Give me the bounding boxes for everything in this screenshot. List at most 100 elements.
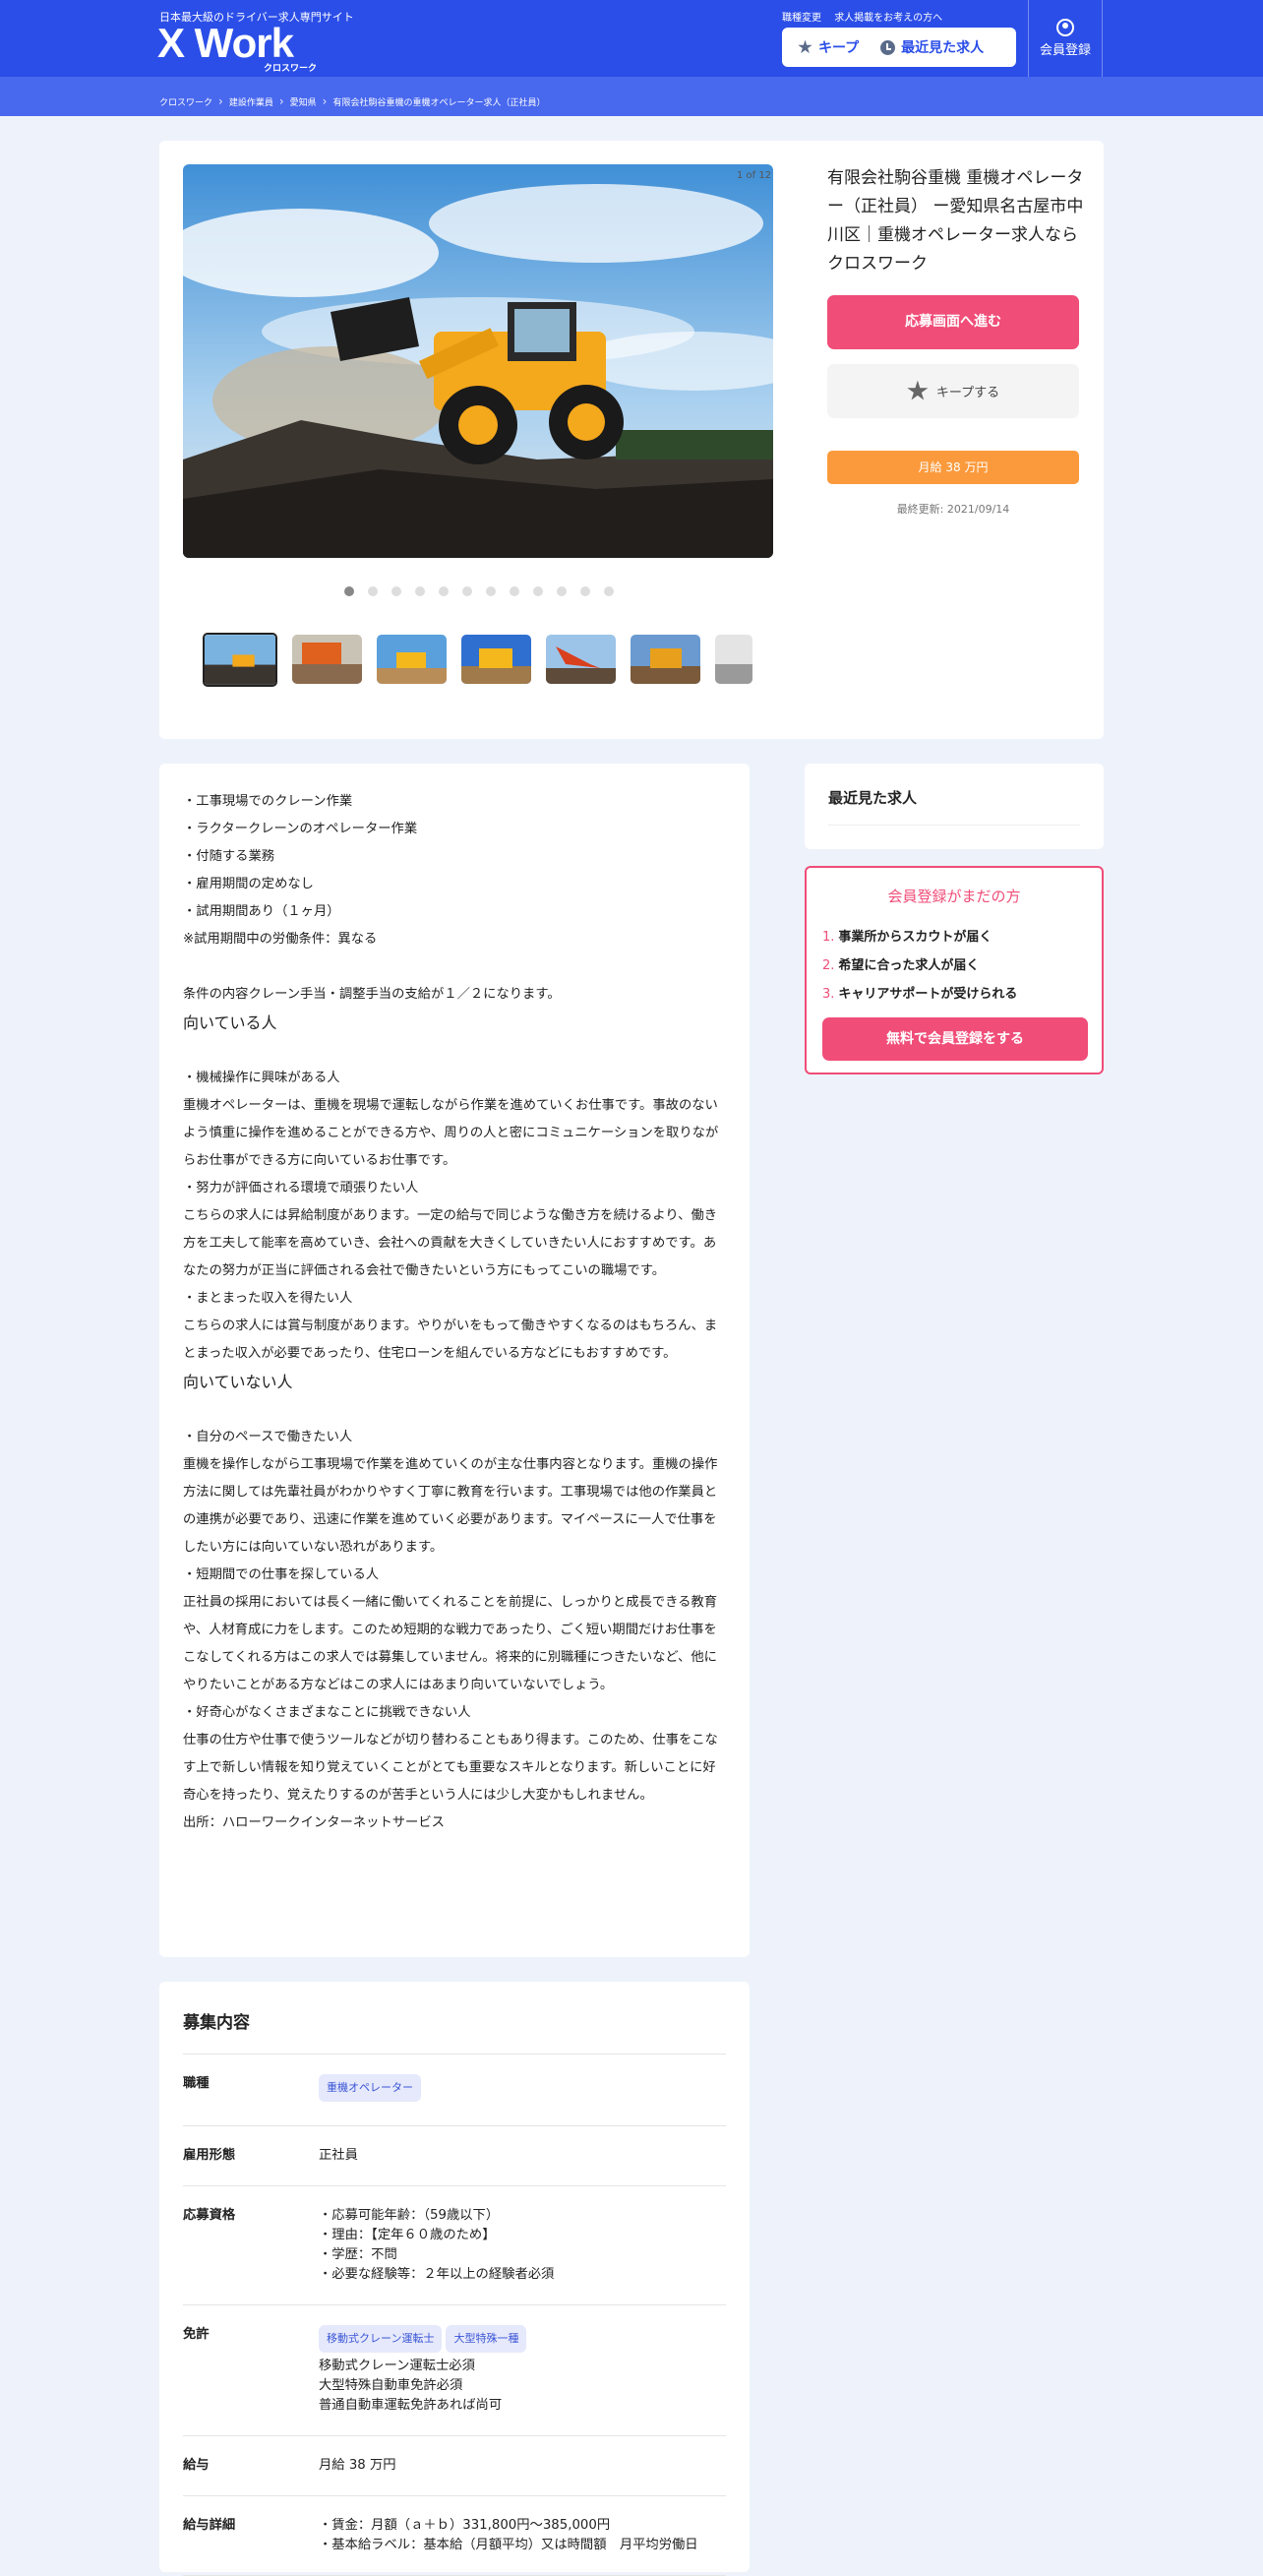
carousel-dot[interactable]: [510, 586, 519, 596]
recent-jobs-panel: 最近見た求人: [805, 764, 1104, 849]
register-title: 会員登録がまだの方: [887, 888, 1021, 905]
carousel-dot[interactable]: [533, 586, 543, 596]
keep-button[interactable]: キープ: [782, 37, 859, 57]
thumbnail-5[interactable]: [546, 635, 616, 684]
description-line: ・雇用期間の定めなし: [183, 877, 314, 891]
tag-link[interactable]: 重機オペレーター: [319, 2074, 421, 2102]
row-value-line: ・必要な経験等：２年以上の経験者必須: [319, 2267, 555, 2282]
register-panel: 会員登録がまだの方 1. 事業所からスカウトが届く 2. 希望に合った求人が届く 3…: [805, 866, 1104, 1074]
recruitment-title: 募集内容: [183, 2013, 250, 2033]
free-register-button[interactable]: 無料で会員登録をする: [822, 1017, 1088, 1061]
row-value-line: ・応募可能年齢：（59歳以下）: [319, 2208, 500, 2223]
recent-jobs-title: 最近見た求人: [828, 789, 918, 807]
last-updated: 最終更新: 2021/09/14: [896, 503, 1010, 516]
description-line: [183, 953, 726, 981]
site-logo[interactable]: X Work: [157, 20, 294, 67]
breadcrumb-item-prefecture[interactable]: 愛知県: [290, 95, 317, 108]
register-benefits: 1. 事業所からスカウトが届く 2. 希望に合った求人が届く 3. キャリアサポートが…: [822, 923, 1017, 1009]
row-value: 月給 38 万円: [319, 2456, 726, 2476]
row-value: 重機オペレーター: [319, 2074, 726, 2106]
keep-job-label: キープする: [935, 386, 1000, 400]
clock-icon: [880, 39, 896, 55]
carousel-dot[interactable]: [391, 586, 401, 596]
star-icon: [907, 380, 929, 400]
divider: [828, 825, 1080, 826]
tag-link[interactable]: 移動式クレーン運転士: [319, 2325, 443, 2353]
carousel-dot[interactable]: [604, 586, 614, 596]
row-value-line: ・学歴：不問: [319, 2247, 397, 2262]
carousel-dot[interactable]: [486, 586, 496, 596]
carousel-dot[interactable]: [439, 586, 449, 596]
keep-job-button[interactable]: キープする: [827, 364, 1079, 418]
job-description-card: ・工事現場でのクレーン作業 ・ラクタークレーンのオペレーター作業 ・付随する業務 ・雇…: [159, 764, 750, 1957]
suited-section: ・機械操作に興味がある人 重機オペレーターは、重機を現場で運転しながら作業を進めて…: [183, 1037, 726, 1368]
thumbnail-3[interactable]: [377, 635, 447, 684]
thumbnail-2[interactable]: [292, 635, 362, 684]
thumbnail-6[interactable]: [631, 635, 700, 684]
job-title: 有限会社駒谷重機 重機オペレーター（正社員） ー愛知県名古屋市中川区｜重機オペレ…: [827, 168, 1084, 274]
header-button-group: キープ 最近見た求人: [782, 28, 1016, 67]
tag-link[interactable]: 大型特殊一種: [446, 2325, 527, 2353]
description-line: ・短期間での仕事を探している人: [183, 1567, 380, 1582]
salary-badge: 月給 38 万円: [827, 451, 1079, 484]
row-value-line: 月給 38 万円: [319, 2458, 396, 2473]
description-line: ・努力が評価される環境で頑張りたい人: [183, 1181, 419, 1196]
description-line: [183, 1396, 726, 1424]
description-line: 正社員の採用においては長く一緒に働いてくれることを前提に、しっかりと成長できる教…: [183, 1595, 718, 1692]
carousel-dot[interactable]: [462, 586, 472, 596]
carousel-dots: [344, 586, 614, 596]
row-label: 給与: [183, 2458, 210, 2473]
breadcrumb-bar: クロスワーク › 建設作業員 › 愛知県 › 有限会社駒谷重機の重機オペレーター…: [0, 77, 1263, 116]
link-change-job[interactable]: 職種変更: [782, 13, 821, 24]
row-value-line: 普通自動車運転免許あれば尚可: [319, 2398, 503, 2413]
carousel-dot[interactable]: [415, 586, 425, 596]
benefit-item: 2. 希望に合った求人が届く: [822, 958, 980, 973]
carousel-dot[interactable]: [557, 586, 567, 596]
breadcrumb: クロスワーク › 建設作業員 › 愛知県 › 有限会社駒谷重機の重機オペレーター…: [159, 94, 546, 108]
breadcrumb-item-category[interactable]: 建設作業員: [229, 95, 273, 108]
description-line: [183, 1037, 726, 1065]
recruitment-card: 募集内容 職種 重機オペレーター 雇用形態 正社員 応募資格 ・応募可能年齢：（59歳以下…: [159, 1982, 750, 2576]
member-register-button[interactable]: 会員登録: [1028, 0, 1103, 77]
row-value-line: 移動式クレーン運転士必須: [319, 2359, 475, 2373]
member-label: 会員登録: [1039, 43, 1091, 58]
keep-label: キープ: [818, 40, 860, 56]
thumbnail-4[interactable]: [461, 635, 531, 684]
chevron-right-icon: ›: [218, 94, 223, 108]
photo-counter: 1 of 12: [737, 170, 772, 181]
row-label: 職種: [183, 2076, 210, 2091]
description-line: こちらの求人には昇給制度があります。一定の給与で同じような働き方を続けるより、働…: [183, 1208, 718, 1278]
row-value-line: ・賃金：月額（ａ＋ｂ）331,800円〜385,000円: [319, 2518, 611, 2533]
row-label: 給与詳細: [183, 2518, 236, 2533]
benefit-item: 3. キャリアサポートが受けられる: [822, 987, 1018, 1002]
recruitment-table: 職種 重機オペレーター 雇用形態 正社員 応募資格 ・応募可能年齢：（59歳以下） ・理由：…: [183, 2054, 726, 2576]
description-line: ・ラクタークレーンのオペレーター作業: [183, 822, 418, 836]
carousel-dot[interactable]: [580, 586, 590, 596]
description-line: 仕事の仕方や仕事で使うツールなどが切り替わることもあり得ます。このため、仕事をこ…: [183, 1733, 718, 1803]
breadcrumb-item-home[interactable]: クロスワーク: [159, 95, 212, 108]
site-header: 日本最大級のドライバー求人専門サイト X Work クロスワーク 職種変更 求人…: [0, 0, 1263, 77]
carousel-dot[interactable]: [368, 586, 378, 596]
row-label: 雇用形態: [183, 2148, 236, 2163]
carousel-dot[interactable]: [344, 586, 354, 596]
apply-button[interactable]: 応募画面へ進む: [827, 295, 1079, 349]
description-line: ※試用期間中の労働条件：異なる: [183, 932, 378, 947]
site-logo-sub: クロスワーク: [264, 64, 318, 74]
table-row: 免許 移動式クレーン運転士 大型特殊一種 移動式クレーン運転士必須 大型特殊自動車免許必…: [183, 2305, 726, 2436]
recent-jobs-button[interactable]: 最近見た求人: [859, 37, 984, 57]
table-row: 雇用形態 正社員: [183, 2126, 726, 2186]
chevron-right-icon: ›: [322, 94, 328, 108]
row-value: ・賃金：月額（ａ＋ｂ）331,800円〜385,000円 ・基本給ラベル：基本給（…: [319, 2516, 726, 2555]
description-line: ・付随する業務: [183, 849, 275, 864]
description-line: ・まとまった収入を得たい人: [183, 1291, 353, 1306]
breadcrumb-item-current: 有限会社駒谷重機の重機オペレーター求人（正社員）: [332, 97, 546, 108]
link-employers[interactable]: 求人掲載をお考えの方へ: [834, 13, 942, 24]
job-description: ・工事現場でのクレーン作業 ・ラクタークレーンのオペレーター作業 ・付随する業務 ・雇…: [183, 788, 726, 1837]
table-row: 職種 重機オペレーター: [183, 2055, 726, 2126]
heading-unsuited: 向いていない人: [183, 1373, 293, 1391]
description-line: ・機械操作に興味がある人: [183, 1071, 340, 1085]
heading-suited: 向いている人: [183, 1013, 277, 1032]
thumbnail-1[interactable]: [203, 633, 277, 687]
thumbnail-7[interactable]: [715, 635, 752, 684]
main-photo-wheel-loader[interactable]: [183, 164, 773, 558]
